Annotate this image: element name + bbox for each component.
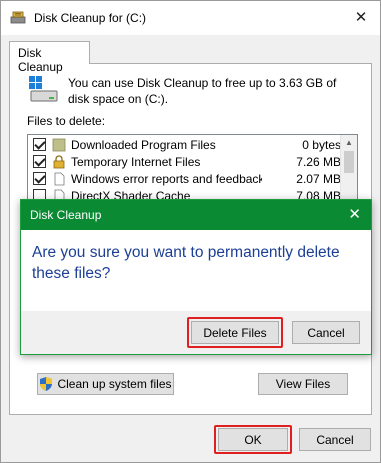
folder-icon — [52, 138, 66, 151]
file-name: Downloaded Program Files — [71, 137, 216, 152]
window-title: Disk Cleanup for (C:) — [34, 11, 147, 25]
file-size: 7.26 MB — [296, 154, 341, 169]
file-name: Temporary Internet Files — [71, 154, 201, 169]
files-list[interactable]: Downloaded Program Files 0 bytes Tempora… — [27, 134, 358, 206]
tab-disk-cleanup[interactable]: Disk Cleanup — [9, 41, 90, 74]
file-name: Windows error reports and feedback di... — [71, 171, 263, 186]
confirm-dialog: Disk Cleanup ✕ Are you sure you want to … — [20, 199, 372, 355]
scroll-thumb[interactable] — [344, 151, 354, 173]
dialog-title-bar: Disk Cleanup ✕ — [21, 200, 371, 230]
dialog-title: Disk Cleanup — [30, 208, 102, 222]
delete-files-highlight — [187, 317, 283, 348]
document-icon — [54, 172, 65, 185]
checkbox[interactable] — [33, 172, 46, 185]
title-bar: Disk Cleanup for (C:) ✕ — [1, 1, 380, 35]
scrollbar[interactable]: ▲ — [340, 135, 357, 205]
file-size: 2.07 MB — [296, 171, 341, 186]
files-to-delete-label: Files to delete: — [27, 114, 106, 128]
uac-shield-icon — [40, 377, 53, 391]
dialog-close-icon[interactable]: ✕ — [348, 206, 361, 224]
dialog-footer: Delete Files Cancel — [21, 311, 371, 354]
disk-cleanup-app-icon — [10, 11, 26, 24]
list-item[interactable]: Temporary Internet Files 7.26 MB — [28, 153, 341, 170]
ok-highlight — [214, 425, 292, 454]
lock-icon — [53, 154, 65, 168]
intro-text: You can use Disk Cleanup to free up to 3… — [68, 76, 337, 106]
close-icon[interactable]: ✕ — [352, 9, 370, 27]
cancel-button[interactable]: Cancel — [299, 428, 371, 451]
file-size: 0 bytes — [302, 137, 341, 152]
dialog-cancel-button[interactable]: Cancel — [292, 321, 360, 344]
list-item[interactable]: Windows error reports and feedback di...… — [28, 170, 341, 187]
clean-up-system-files-label: Clean up system files — [57, 377, 172, 391]
clean-up-system-files-button[interactable]: Clean up system files — [37, 373, 174, 395]
view-files-button[interactable]: View Files — [258, 373, 348, 395]
checkbox[interactable] — [33, 138, 46, 151]
list-item[interactable]: Downloaded Program Files 0 bytes — [28, 136, 341, 153]
dialog-message: Are you sure you want to permanently del… — [32, 244, 340, 282]
scroll-up-arrow-icon[interactable]: ▲ — [345, 138, 353, 147]
drive-icon — [29, 76, 58, 102]
checkbox[interactable] — [33, 155, 46, 168]
